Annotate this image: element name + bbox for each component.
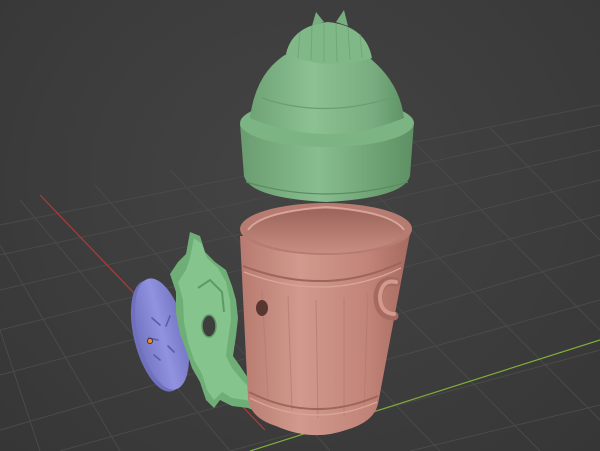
origin-marker-icon <box>146 337 153 344</box>
3d-viewport[interactable] <box>0 0 600 451</box>
viewport-scene[interactable] <box>0 0 600 451</box>
dome-lid[interactable] <box>240 10 414 202</box>
pot-body[interactable] <box>240 203 412 436</box>
